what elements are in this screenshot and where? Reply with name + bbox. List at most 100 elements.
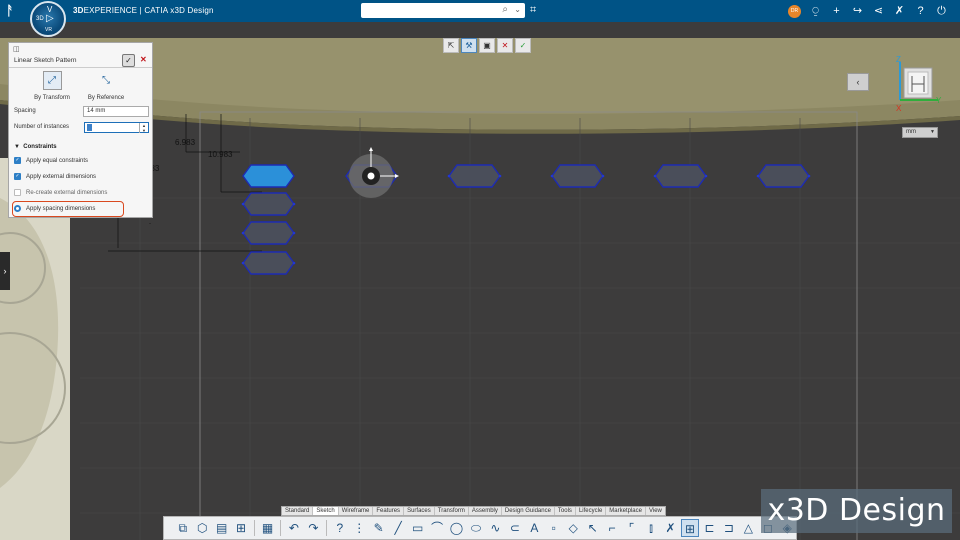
search-icon[interactable]: ⌕ (502, 4, 508, 15)
pencil-icon[interactable]: ✎ (370, 519, 387, 537)
circle-icon[interactable]: ◯ (448, 519, 465, 537)
tab-transform[interactable]: Transform (435, 507, 469, 515)
apply-equal-constraints-checkbox[interactable]: ✓ Apply equal constraints (14, 157, 88, 164)
option-label: Apply equal constraints (26, 158, 89, 165)
instances-value[interactable] (87, 124, 92, 131)
watermark: x3D Design (761, 489, 952, 533)
pattern-instance-hexagon (654, 164, 707, 188)
svg-text:Y: Y (936, 96, 942, 105)
new-icon[interactable]: ⧉ (174, 519, 191, 537)
tab-assembly[interactable]: Assembly (469, 507, 502, 515)
sketch-icon[interactable]: ⚒ (461, 38, 477, 53)
spacing-label: Spacing (14, 108, 36, 114)
text-icon[interactable]: A (526, 519, 543, 537)
tab-sketch[interactable]: Sketch (313, 507, 339, 515)
compass-3d: 3D (36, 16, 44, 22)
chevron-down-icon: ▼ (930, 129, 935, 135)
sketch-mini-toolbar: ⇱ ⚒ ▣ ✕ ✓ (443, 38, 531, 54)
tab-lifecycle[interactable]: Lifecycle (576, 507, 607, 515)
instances-stepper[interactable]: ▲ ▼ (84, 122, 149, 133)
lock-icon[interactable]: ▣ (479, 38, 495, 53)
more-icon[interactable]: ⋮ (351, 519, 368, 537)
tab-wireframe[interactable]: Wireframe (339, 507, 374, 515)
tab-tools[interactable]: Tools (555, 507, 576, 515)
delete-icon[interactable]: ✕ (497, 38, 513, 53)
corner-icon[interactable]: ⌐ (603, 519, 620, 537)
close-icon[interactable]: ✕ (140, 55, 147, 64)
share-network-icon[interactable]: ⋖ (868, 3, 889, 19)
tab-surfaces[interactable]: Surfaces (404, 507, 435, 515)
pattern-instance-hexagon (242, 192, 295, 216)
checkbox-checked-icon: ✓ (14, 173, 21, 180)
dimension-label[interactable]: 6.983 (175, 138, 195, 147)
constraint-icon[interactable]: ⊐ (720, 519, 737, 537)
stepper-down-icon[interactable]: ▼ (139, 128, 148, 133)
tools-icon[interactable]: ✗ (889, 3, 910, 19)
line-icon[interactable]: ╱ (389, 519, 406, 537)
tag-icon[interactable]: ⌗ (530, 4, 536, 17)
redo-icon[interactable]: ↷ (305, 519, 322, 537)
ellipse-icon[interactable]: ⬭ (467, 519, 484, 537)
ok-button[interactable]: ✓ (122, 54, 135, 67)
collapse-right-panel-button[interactable]: ‹ (847, 73, 869, 91)
recreate-external-dimensions-checkbox[interactable]: Re-create external dimensions (14, 189, 107, 196)
pattern-instance-hexagon (757, 164, 810, 188)
linear-sketch-pattern-panel: ◫ Linear Sketch Pattern ✓ ✕ ⤢ By Transfo… (8, 42, 153, 218)
share-icon[interactable]: ⍜ (805, 3, 826, 19)
tab-view[interactable]: View (646, 507, 665, 515)
tab-design-guidance[interactable]: Design Guidance (502, 507, 555, 515)
spline-icon[interactable]: ∿ (487, 519, 504, 537)
panel-grip-icon[interactable]: ◫ (13, 45, 20, 53)
view-cube[interactable]: Z Y X (896, 55, 946, 114)
save-all-icon[interactable]: ⊞ (232, 519, 249, 537)
by-reference-button[interactable]: ⤡ By Reference (83, 71, 129, 103)
rectangle-icon[interactable]: ▭ (409, 519, 426, 537)
search-input[interactable]: ⌕ ⌄ (361, 3, 525, 18)
arc-icon[interactable]: ⌒ (428, 519, 445, 537)
power-icon[interactable]: ⏻ (931, 3, 952, 19)
cursor-icon[interactable]: ⇱ (443, 38, 459, 53)
dimension-label[interactable]: 10.983 (208, 150, 232, 159)
expand-left-panel-button[interactable]: › (0, 252, 10, 290)
pattern-instance-hexagon (448, 164, 501, 188)
undo-icon[interactable]: ↶ (285, 519, 302, 537)
chevron-down-icon[interactable]: ⌄ (514, 5, 521, 14)
robot-manipulator (349, 147, 399, 198)
pattern-instance-hexagon (242, 251, 295, 275)
project-icon[interactable]: ⊏ (701, 519, 718, 537)
tab-standard[interactable]: Standard (282, 507, 314, 515)
open-icon[interactable]: ⬡ (193, 519, 210, 537)
trim-icon[interactable]: ↖ (584, 519, 601, 537)
add-icon[interactable]: + (826, 3, 847, 19)
play-icon: ▷ (46, 13, 54, 24)
help-icon[interactable]: ? (331, 519, 348, 537)
help-icon[interactable]: ? (910, 3, 931, 19)
constraints-section[interactable]: ▼ Constraints (14, 144, 57, 150)
tab-marketplace[interactable]: Marketplace (606, 507, 646, 515)
transform-icon: ⤢ (42, 71, 62, 90)
dimension-icon[interactable]: △ (740, 519, 757, 537)
units-select[interactable]: mm ▼ (902, 127, 938, 138)
construction-icon[interactable]: ◇ (565, 519, 582, 537)
grid-icon[interactable]: ▦ (259, 519, 276, 537)
instances-label: Number of instances (14, 124, 70, 130)
pattern-instance-hexagon (242, 221, 295, 245)
apply-external-dimensions-checkbox[interactable]: ✓ Apply external dimensions (14, 173, 96, 180)
exit-sketch-icon[interactable]: ✓ (515, 38, 531, 53)
pattern-icon[interactable]: ⊞ (681, 519, 699, 537)
by-transform-button[interactable]: ⤢ By Transform (29, 71, 75, 103)
spacing-field[interactable]: 14 mm (83, 106, 149, 117)
offset-icon[interactable]: ⫾ (642, 519, 659, 537)
compass-widget[interactable]: V 3D ▷ VR (30, 1, 66, 37)
compass-vr: VR (45, 27, 52, 33)
slot-icon[interactable]: ⊂ (506, 519, 523, 537)
save-icon[interactable]: ▤ (213, 519, 230, 537)
point-icon[interactable]: ▫ (545, 519, 562, 537)
tab-features[interactable]: Features (373, 507, 405, 515)
delete-segment-icon[interactable]: ✗ (662, 519, 679, 537)
highlight-ring (12, 201, 124, 217)
share-forward-icon[interactable]: ↪ (847, 3, 868, 19)
avatar[interactable]: DR (788, 5, 801, 18)
chamfer-icon[interactable]: ⌜ (623, 519, 640, 537)
constraints-label: Constraints (23, 144, 57, 150)
